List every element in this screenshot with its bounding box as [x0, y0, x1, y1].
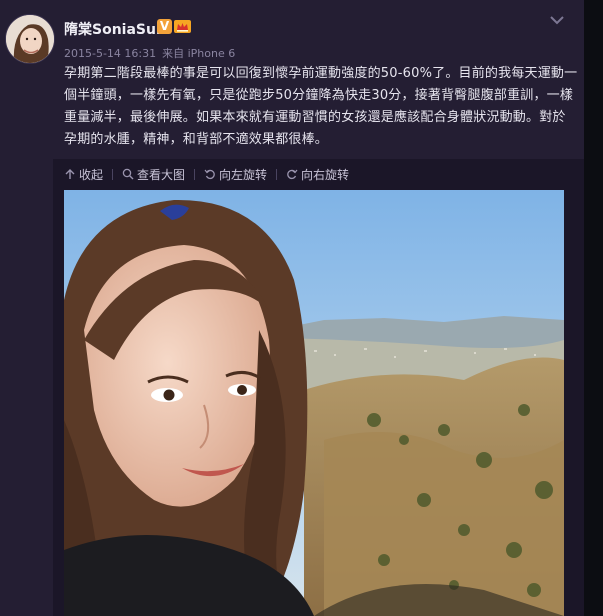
username[interactable]: 隋棠SoniaSui	[64, 19, 161, 39]
rotate-right-icon	[287, 169, 298, 180]
media-toolbar: 收起 查看大图 向左旋转 向右旋转	[64, 166, 349, 182]
view-large-label: 查看大图	[137, 167, 186, 182]
view-large-button[interactable]: 查看大图	[122, 166, 185, 183]
toolbar-divider	[112, 168, 114, 180]
post-photo[interactable]	[64, 190, 564, 616]
rotate-left-label: 向左旋转	[219, 167, 268, 182]
post-text: 孕期第二階段最棒的事是可以回復到懷孕前運動強度的50-60%了。目前的我每天運動…	[64, 66, 578, 147]
toolbar-divider	[276, 168, 278, 180]
toolbar-divider	[194, 168, 196, 180]
rotate-left-icon	[204, 169, 215, 180]
verified-badge: V	[157, 19, 172, 34]
weibo-post-card: 隋棠SoniaSui V 2015-5-14 16:31 来自 iPhone 6 …	[0, 0, 584, 616]
post-timestamp[interactable]: 2015-5-14 16:31	[64, 47, 156, 60]
post-source[interactable]: 来自 iPhone 6	[162, 47, 235, 60]
collect-button[interactable]: 收起	[64, 166, 103, 183]
page-margin	[584, 0, 603, 616]
arrow-up-icon	[65, 169, 75, 179]
rotate-right-button[interactable]: 向右旋转	[286, 166, 349, 183]
magnifier-icon	[122, 168, 134, 180]
selfie-photo	[64, 190, 564, 616]
avatar-image	[6, 15, 54, 63]
vip-crown-icon[interactable]	[174, 19, 191, 34]
post-meta: 2015-5-14 16:31 来自 iPhone 6	[64, 45, 241, 61]
avatar[interactable]	[5, 14, 55, 64]
chevron-down-icon[interactable]	[548, 13, 566, 27]
collect-label: 收起	[79, 167, 104, 182]
rotate-left-button[interactable]: 向左旋转	[204, 166, 267, 183]
rotate-right-label: 向右旋转	[301, 167, 350, 182]
